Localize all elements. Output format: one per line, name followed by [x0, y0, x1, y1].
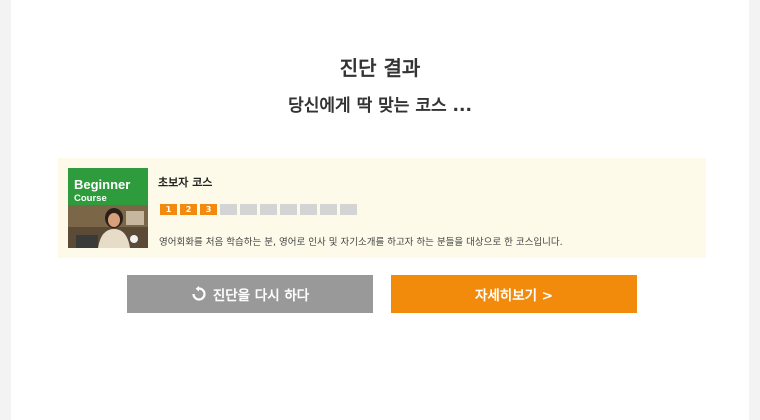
course-thumbnail-photo	[68, 205, 148, 248]
refresh-icon	[192, 286, 206, 301]
level-step	[220, 204, 237, 215]
course-thumbnail: Beginner Course	[68, 168, 148, 248]
course-thumbnail-title: Beginner	[74, 177, 131, 192]
level-step: 2	[180, 204, 197, 215]
retry-diagnosis-button[interactable]: 진단을 다시 하다	[127, 275, 373, 313]
course-card: Beginner Course 초보자 코스 1 2 3 영어회화를 처음 학습…	[58, 158, 706, 258]
person-illustration-icon	[68, 205, 148, 248]
diagnosis-result-panel: 진단 결과 당신에게 딱 맞는 코스 ... Beginner Course 초…	[11, 0, 749, 420]
level-step	[240, 204, 257, 215]
page-title: 진단 결과	[339, 56, 421, 80]
level-step	[300, 204, 317, 215]
level-step: 1	[160, 204, 177, 215]
view-details-button[interactable]: 자세히보기 >	[391, 275, 637, 313]
level-step	[260, 204, 277, 215]
level-step	[280, 204, 297, 215]
course-description: 영어회화를 처음 학습하는 분, 영어로 인사 및 자기소개를 하고자 하는 분…	[159, 237, 563, 248]
course-name: 초보자 코스	[158, 176, 213, 189]
retry-diagnosis-label: 진단을 다시 하다	[212, 288, 310, 304]
view-details-label: 자세히보기 >	[474, 288, 554, 304]
page-subtitle: 당신에게 딱 맞는 코스 ...	[288, 96, 472, 116]
course-level-indicator: 1 2 3	[160, 204, 357, 215]
level-step	[340, 204, 357, 215]
course-thumbnail-subtitle: Course	[74, 193, 107, 204]
level-step: 3	[200, 204, 217, 215]
level-step	[320, 204, 337, 215]
